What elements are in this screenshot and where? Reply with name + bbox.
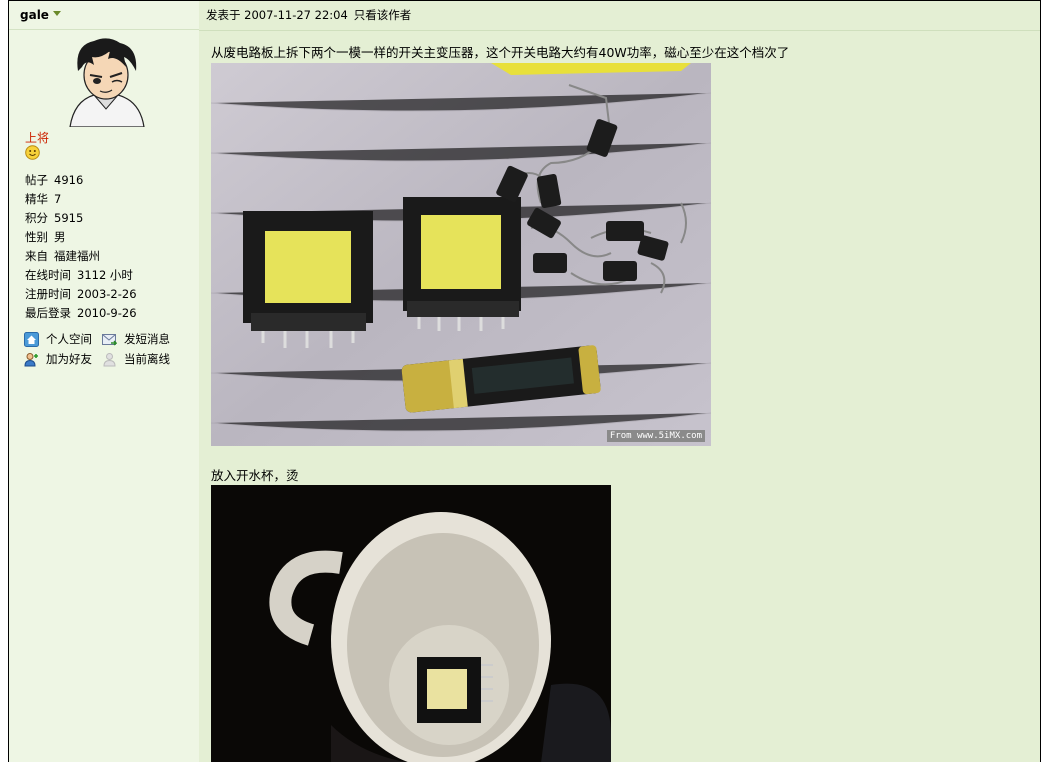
stat-points: 积分 5915 xyxy=(25,211,84,225)
post-paragraph-1: 从废电路板上拆下两个一模一样的开关主变压器，这个开关电路大约有40W功率，磁心至… xyxy=(211,45,790,60)
user-stats: 帖子 4916 精华 7 积分 5915 性别男 来自 福建福州 在线时间 3112 小时… xyxy=(25,171,195,323)
post-meta: 发表于 2007-11-27 22:04 只看该作者 xyxy=(199,1,1040,31)
stat-location: 来自 福建福州 xyxy=(25,249,100,263)
stat-posts: 帖子 4916 xyxy=(25,173,84,187)
caret-down-icon[interactable] xyxy=(52,10,61,16)
add-friend-icon xyxy=(24,352,39,367)
home-icon xyxy=(24,331,39,347)
avatar xyxy=(64,37,148,128)
only-author-link[interactable]: 只看该作者 xyxy=(354,8,412,22)
post-date: 发表于 2007-11-27 22:04 xyxy=(206,8,348,22)
post-paragraph-2: 放入开水杯，烫 xyxy=(211,468,299,483)
photo-transformers: From www.5iMX.com xyxy=(211,63,711,446)
stat-last-login: 最后登录 2010-9-26 xyxy=(25,306,137,320)
photo-cup xyxy=(211,485,611,762)
offline-user-icon xyxy=(102,352,117,367)
user-sidebar: gale 上将 帖子 4916 精华 7 积分 5915 性别 男 来自 福建福… xyxy=(9,1,199,762)
post-main: 发表于 2007-11-27 22:04 只看该作者 从废电路板上拆下两个一模一样… xyxy=(199,1,1040,762)
user-rank: 上将 xyxy=(25,131,50,145)
username[interactable]: gale xyxy=(20,8,49,22)
online-status: 当前离线 xyxy=(102,351,170,367)
stat-digest: 精华 7 xyxy=(25,192,62,206)
user-actions: 个人空间 发短消息 加为好友 当前离线 xyxy=(24,329,199,369)
add-friend-link[interactable]: 加为好友 xyxy=(24,351,92,367)
smiley-icon xyxy=(25,145,40,160)
stat-registered: 注册时间 2003-2-26 xyxy=(25,287,137,301)
send-message-link[interactable]: 发短消息 xyxy=(102,331,170,347)
forum-post-frame: gale 上将 帖子 4916 精华 7 积分 5915 性别 男 来自 福建福… xyxy=(8,0,1041,762)
message-icon xyxy=(102,332,118,347)
stat-gender: 性别男 xyxy=(25,230,66,244)
photo-watermark: From www.5iMX.com xyxy=(606,430,705,442)
profile-link[interactable]: 个人空间 xyxy=(24,331,92,347)
stat-online-time: 在线时间 3112 小时 xyxy=(25,268,133,282)
user-header[interactable]: gale xyxy=(9,1,199,30)
